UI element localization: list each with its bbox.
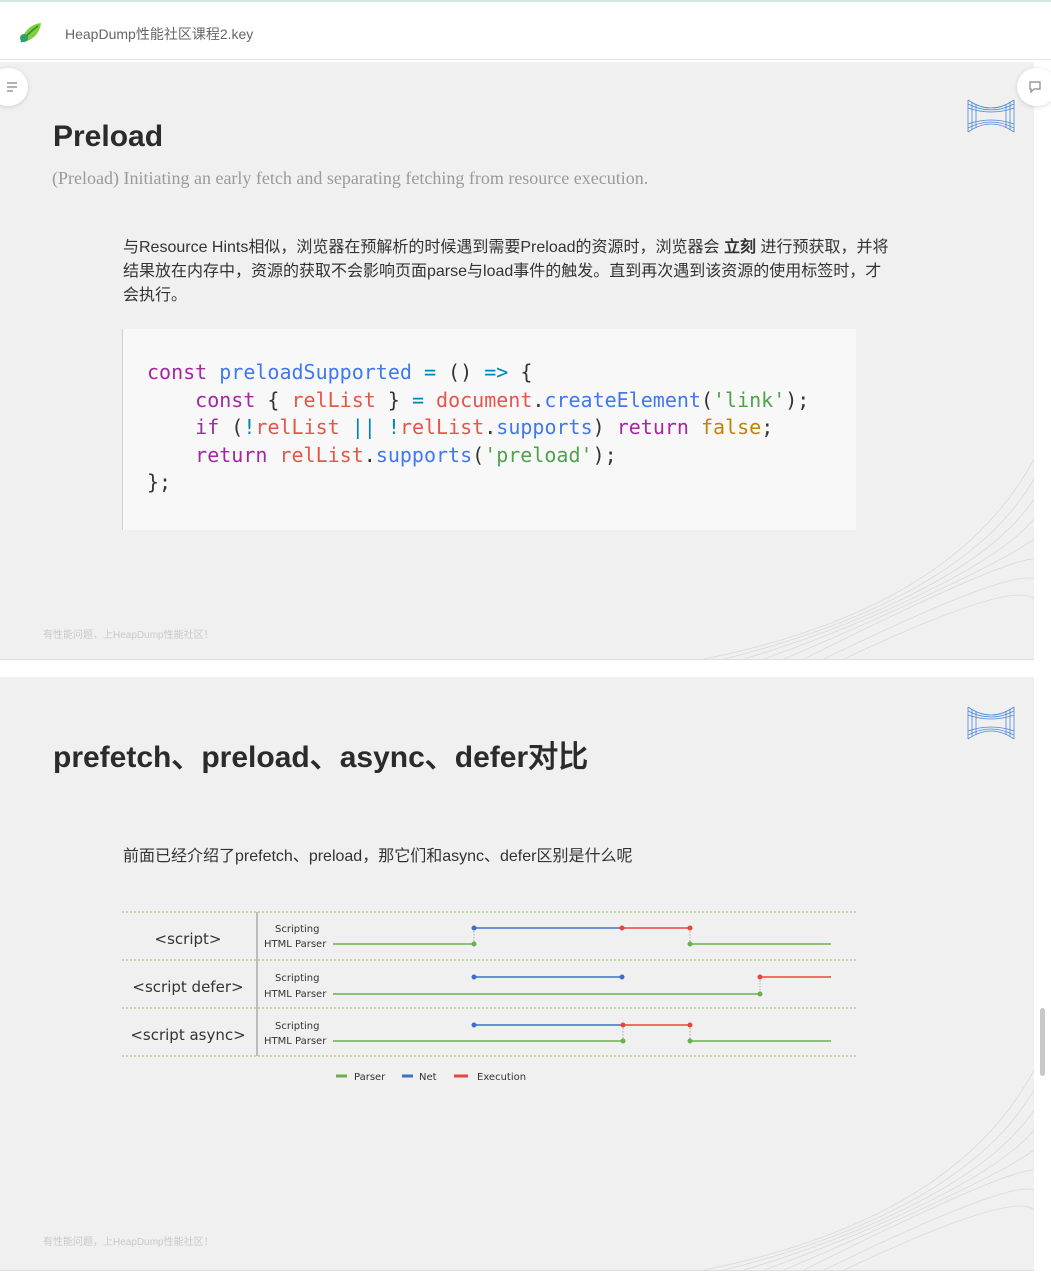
- row-label: <script>: [155, 930, 222, 948]
- decorative-lines: [704, 1070, 1034, 1270]
- code-line-3: if (!relList || !relList.supports) retur…: [195, 415, 774, 439]
- lane-label-parser: HTML Parser: [264, 939, 327, 950]
- script-loading-diagram: <script> <script defer> <script async> S…: [122, 911, 856, 1083]
- footer-note: 有性能问题，上HeapDump性能社区！: [43, 1237, 214, 1248]
- row-label: <script async>: [130, 1026, 245, 1044]
- legend-parser: Parser: [354, 1072, 386, 1083]
- row-label: <script defer>: [132, 978, 243, 996]
- legend-net: Net: [419, 1072, 437, 1083]
- slide-preload: Preload (Preload) Initiating an early fe…: [0, 62, 1034, 660]
- lane-label-scripting: Scripting: [275, 1021, 319, 1032]
- lane-label-scripting: Scripting: [275, 973, 319, 984]
- lane-label-parser: HTML Parser: [264, 989, 327, 1000]
- body-text-part: 与Resource Hints相似，浏览器在预解析的时候遇到需要Preload的…: [123, 239, 724, 256]
- footer-note: 有性能问题，上HeapDump性能社区！: [43, 630, 214, 641]
- comment-icon: [1029, 81, 1041, 94]
- bowtie-logo-icon: [967, 706, 1015, 740]
- code-line-4: return relList.supports('preload');: [195, 442, 617, 467]
- slide-subtitle: (Preload) Initiating an early fetch and …: [52, 168, 649, 188]
- lane-label-parser: HTML Parser: [264, 1036, 327, 1047]
- slide-title: prefetch、preload、async、defer对比: [53, 741, 589, 774]
- slide-body-text: 前面已经介绍了prefetch、preload，那它们和async、defer区…: [123, 848, 633, 865]
- slide-title: Preload: [53, 120, 164, 153]
- leaf-logo-icon: [20, 23, 41, 43]
- code-line-2: const { relList } = document.createEleme…: [195, 387, 810, 412]
- vertical-scrollbar[interactable]: [1040, 1008, 1045, 1076]
- comment-button[interactable]: [1017, 68, 1051, 106]
- code-line-5: };: [147, 470, 172, 494]
- decorative-lines: [704, 459, 1034, 659]
- top-bar: HeapDump性能社区课程2.key: [0, 0, 1051, 60]
- lane-label-scripting: Scripting: [275, 924, 319, 935]
- legend-execution: Execution: [477, 1072, 526, 1083]
- bowtie-logo-icon: [967, 99, 1015, 133]
- code-line-1: const preloadSupported = () => {: [147, 360, 533, 384]
- document-title: HeapDump性能社区课程2.key: [65, 26, 254, 42]
- slide-comparison: prefetch、preload、async、defer对比 前面已经介绍了pr…: [0, 677, 1034, 1271]
- body-text-bold: 立刻: [723, 239, 756, 256]
- outline-list-icon: [7, 82, 17, 92]
- slide-body-text: 与Resource Hints相似，浏览器在预解析的时候遇到需要Preload的…: [123, 236, 893, 308]
